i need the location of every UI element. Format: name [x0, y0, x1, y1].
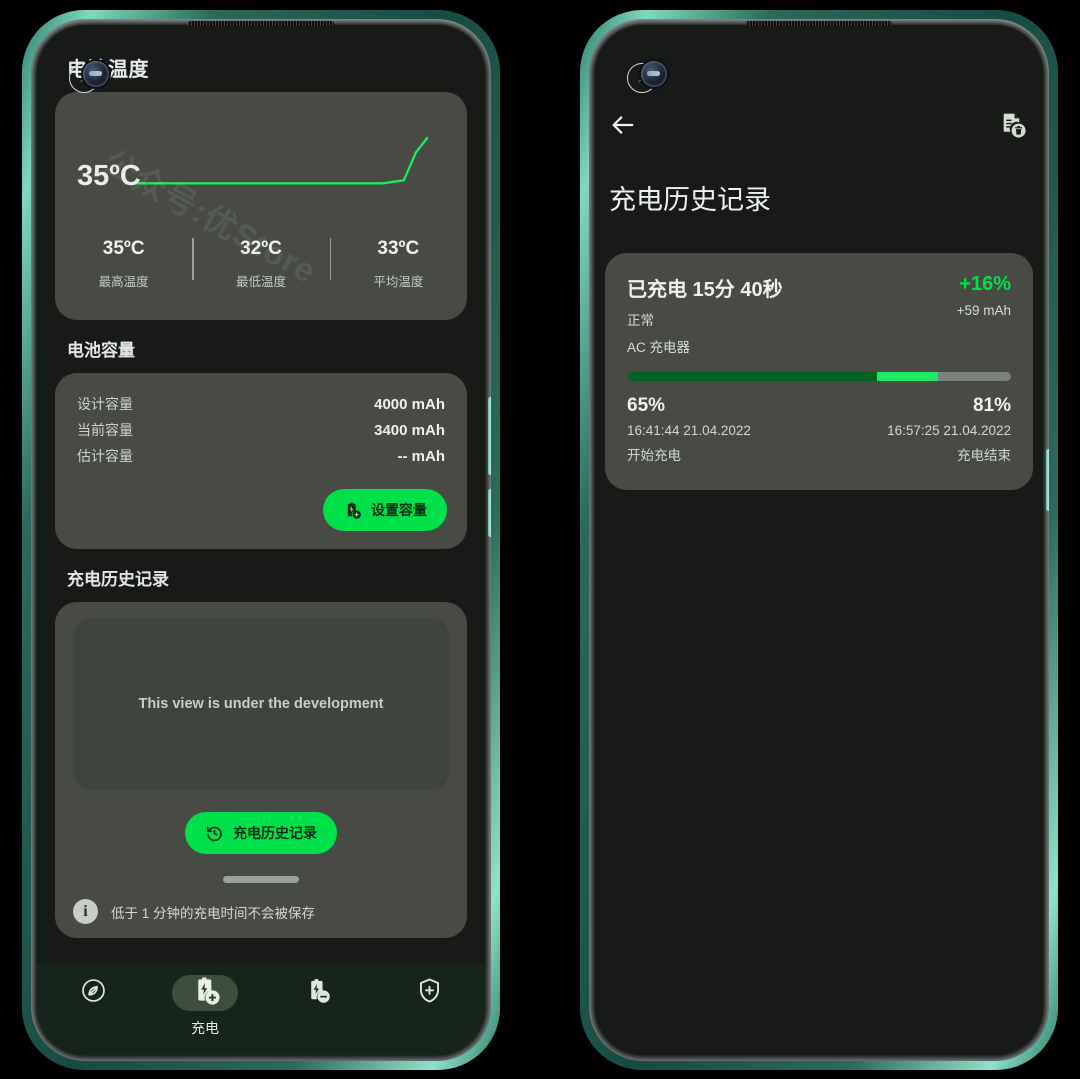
side-button-power[interactable] — [488, 489, 491, 537]
history-section-label: 充电历史记录 — [67, 570, 169, 589]
capacity-key: 估计容量 — [77, 448, 133, 464]
battery-discharging-minus-icon — [304, 977, 331, 1009]
session-duration: 已充电 15分 40秒 — [627, 279, 783, 301]
set-capacity-button[interactable]: 设置容量 — [323, 489, 447, 531]
nav-item-health[interactable] — [49, 975, 137, 1011]
charge-bar-start-segment — [627, 372, 877, 381]
left-screen: ⚡ 电池温度 公众号:优Store 35ºC 35º — [37, 25, 485, 1055]
end-time: 16:57:25 21.04.2022 — [887, 423, 1011, 438]
nav-item-discharging[interactable] — [273, 975, 361, 1011]
charge-progress-bar — [627, 372, 1011, 381]
back-button[interactable] — [605, 107, 641, 146]
history-card: This view is under the development 充电历史记… — [55, 602, 467, 938]
back-arrow-icon — [609, 111, 637, 142]
earpiece-grille — [188, 21, 334, 26]
battery-plus-icon — [343, 501, 362, 520]
info-icon: i — [73, 899, 98, 924]
earpiece-grille — [746, 21, 892, 26]
history-button-row: 充电历史记录 — [73, 812, 449, 854]
end-label: 充电结束 — [957, 448, 1011, 463]
history-placeholder: This view is under the development — [73, 618, 449, 790]
phone-right-bezel: ⚡ — [589, 19, 1049, 1061]
start-percent: 65% — [627, 395, 666, 416]
placeholder-text: This view is under the development — [138, 696, 384, 712]
temperature-stat: 33ºC 平均温度 — [329, 238, 467, 290]
capacity-section-label: 电池容量 — [67, 341, 135, 360]
nav-pill — [396, 975, 462, 1011]
nav-item-protection[interactable] — [385, 975, 473, 1011]
battery-charging-plus-icon — [190, 975, 221, 1011]
stat-label: 最高温度 — [98, 275, 149, 289]
session-left: 已充电 15分 40秒 正常 AC 充电器 — [627, 273, 783, 356]
capacity-card: 设计容量 4000 mAh 当前容量 3400 mAh 估计容量 -- mAh — [55, 373, 467, 549]
charging-session-card[interactable]: 已充电 15分 40秒 正常 AC 充电器 +16% +59 mAh 65% 1… — [605, 253, 1033, 490]
session-mah-gain: +59 mAh — [956, 303, 1011, 318]
camera-lens — [641, 61, 667, 87]
capacity-button-row: 设置容量 — [75, 489, 447, 531]
screenshot-stage: ⚡ 电池温度 公众号:优Store 35ºC 35º — [0, 0, 1080, 1079]
capacity-key: 设计容量 — [77, 396, 133, 412]
temperature-card: 公众号:优Store 35ºC 35ºC 最高温度 32ºC 最低温度 33ºC… — [55, 92, 467, 320]
camera-lens — [83, 61, 109, 87]
capacity-value: 4000 mAh — [374, 396, 445, 413]
phone-left-bezel: ⚡ 电池温度 公众号:优Store 35ºC 35º — [31, 19, 491, 1061]
stat-value: 33ºC — [377, 238, 420, 259]
start-label: 开始充电 — [627, 448, 681, 463]
stat-value: 32ºC — [240, 238, 282, 259]
stat-label: 平均温度 — [373, 275, 424, 289]
capacity-key: 当前容量 — [77, 422, 133, 438]
capacity-row: 当前容量 3400 mAh — [75, 417, 447, 443]
nav-item-label: 充电 — [191, 1020, 219, 1036]
session-percent-gain: +16% — [959, 273, 1011, 295]
shield-plus-icon — [416, 977, 443, 1009]
phone-left: ⚡ 电池温度 公众号:优Store 35ºC 35º — [22, 10, 500, 1070]
bottom-navigation: 充电 — [37, 963, 485, 1055]
punch-hole-camera: ⚡ — [69, 59, 109, 97]
page-title: 电池温度 — [55, 25, 467, 92]
right-screen: ⚡ — [595, 25, 1043, 1055]
set-capacity-label: 设置容量 — [371, 502, 427, 518]
temperature-stats: 35ºC 最高温度 32ºC 最低温度 33ºC 平均温度 — [55, 238, 467, 290]
nav-pill — [60, 975, 126, 1011]
history-restore-icon — [205, 824, 224, 843]
info-row: i 低于 1 分钟的充电时间不会被保存 — [73, 899, 449, 924]
side-button-volume[interactable] — [488, 397, 491, 475]
nav-pill-active — [172, 975, 238, 1011]
capacity-value: -- mAh — [397, 448, 446, 465]
temperature-stat: 35ºC 最高温度 — [55, 238, 192, 290]
document-delete-icon — [999, 111, 1027, 142]
info-text: 低于 1 分钟的充电时间不会被保存 — [111, 905, 316, 921]
phone-right: ⚡ — [580, 10, 1058, 1070]
charging-history-button[interactable]: 充电历史记录 — [185, 812, 337, 854]
capacity-row: 估计容量 -- mAh — [75, 443, 447, 469]
drag-handle[interactable] — [223, 876, 299, 883]
capacity-row: 设计容量 4000 mAh — [75, 391, 447, 417]
session-end: 81% 16:57:25 21.04.2022 充电结束 — [887, 395, 1011, 464]
charge-bar-gain-segment — [876, 372, 939, 381]
session-right: +16% +59 mAh — [957, 273, 1011, 318]
nav-pill — [284, 975, 350, 1011]
start-time: 16:41:44 21.04.2022 — [627, 423, 751, 438]
temperature-stat: 32ºC 最低温度 — [192, 238, 329, 290]
session-source: AC 充电器 — [627, 340, 691, 355]
page-title: 充电历史记录 — [609, 185, 771, 215]
nav-item-charging[interactable]: 充电 — [161, 975, 249, 1038]
current-temperature: 35ºC — [77, 160, 141, 192]
session-header: 已充电 15分 40秒 正常 AC 充电器 +16% +59 mAh — [627, 273, 1011, 356]
capacity-value: 3400 mAh — [374, 422, 445, 439]
leaf-circle-icon — [80, 977, 107, 1009]
punch-hole-camera: ⚡ — [627, 59, 667, 97]
session-start: 65% 16:41:44 21.04.2022 开始充电 — [627, 395, 751, 464]
session-status: 正常 — [627, 313, 654, 328]
left-page: 电池温度 公众号:优Store 35ºC 35ºC 最高温度 — [37, 25, 485, 1055]
stat-value: 35ºC — [102, 238, 145, 259]
stat-label: 最低温度 — [235, 275, 286, 289]
delete-history-button[interactable] — [995, 107, 1031, 146]
session-footer: 65% 16:41:44 21.04.2022 开始充电 81% 16:57:2… — [627, 395, 1011, 464]
end-percent: 81% — [972, 395, 1011, 416]
side-button-power[interactable] — [1046, 449, 1049, 511]
charging-history-label: 充电历史记录 — [233, 825, 317, 841]
